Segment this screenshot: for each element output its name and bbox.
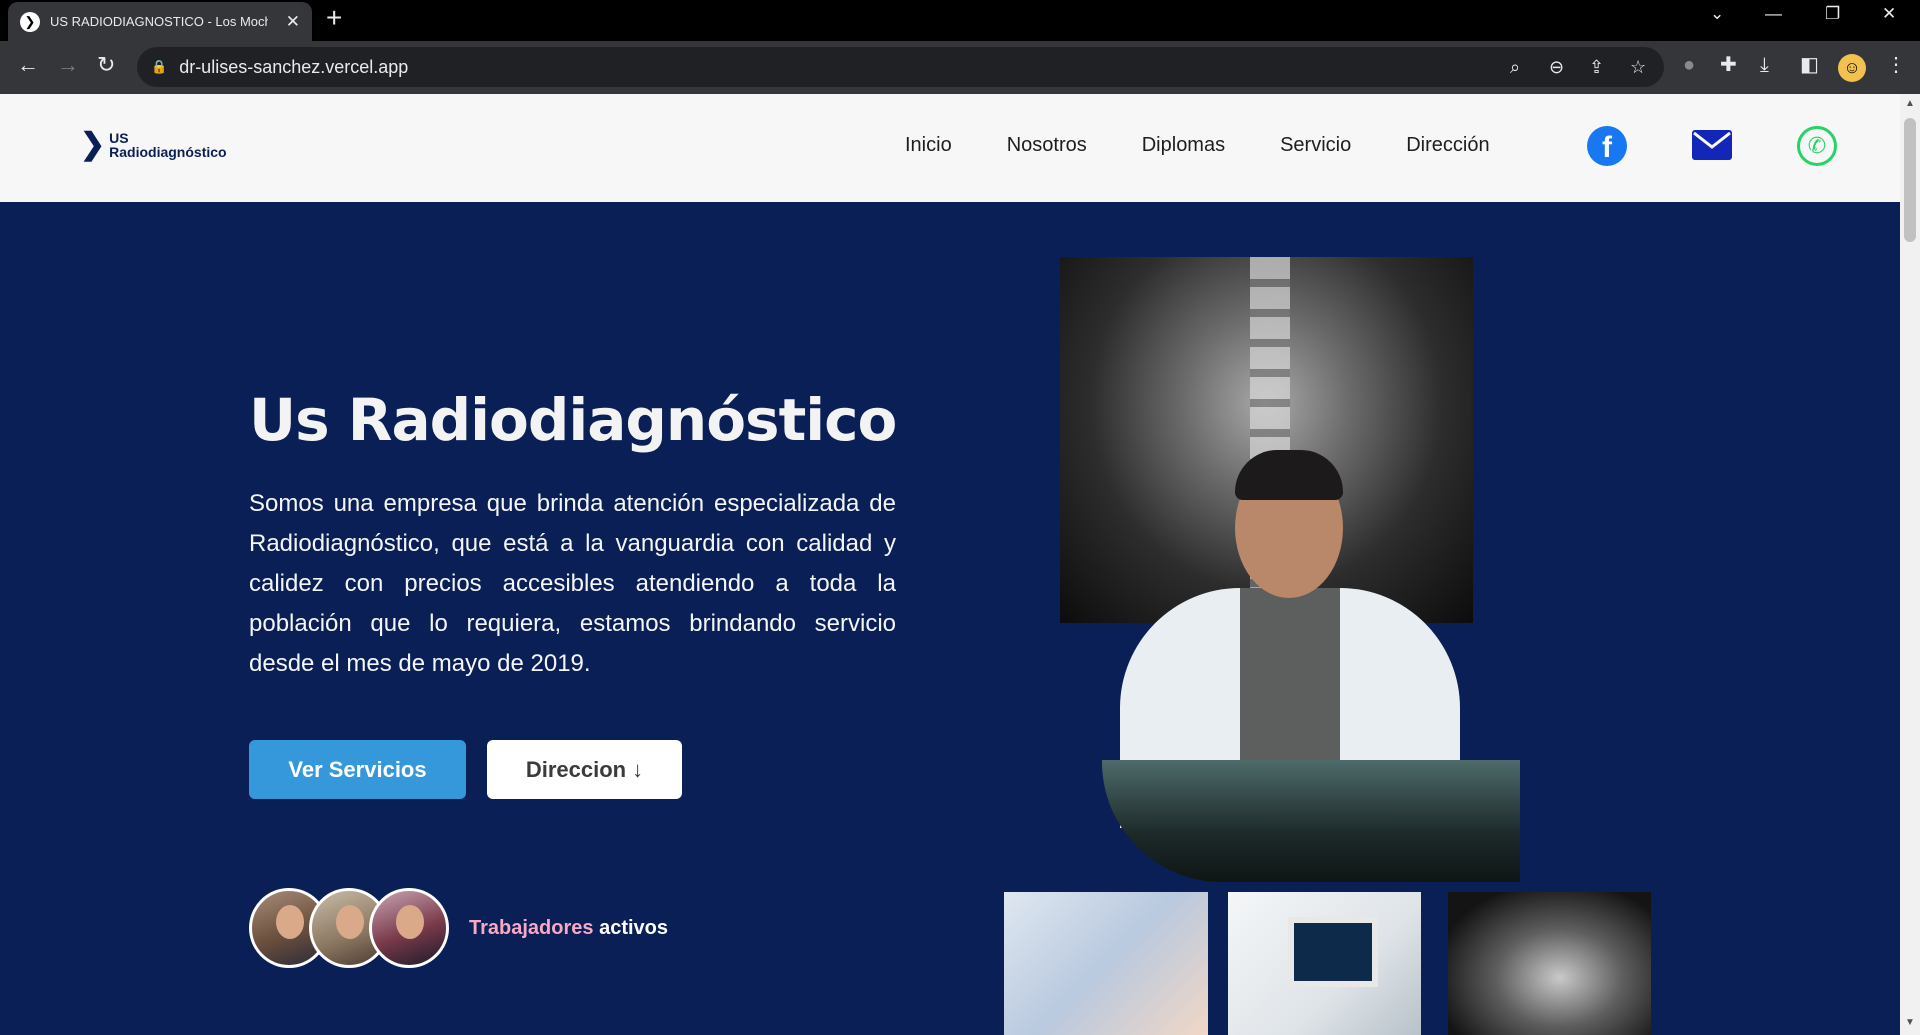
- tab-search-icon[interactable]: ⌄: [1710, 4, 1724, 24]
- profile-avatar-icon[interactable]: ☺: [1838, 54, 1866, 82]
- workers-label: Trabajadores activos: [469, 917, 668, 940]
- site-header: ❯ US Radiodiagnóstico Inicio Nosotros Di…: [0, 94, 1900, 202]
- extension-icon[interactable]: ●: [1683, 55, 1695, 75]
- close-tab-icon[interactable]: ✕: [286, 12, 300, 32]
- restore-icon[interactable]: ❐: [1825, 4, 1840, 24]
- hero-title: Us Radiodiagnóstico: [249, 386, 897, 454]
- hero-section: Us Radiodiagnóstico Somos una empresa qu…: [0, 202, 1900, 1035]
- workers-suffix: activos: [593, 916, 668, 939]
- workers-accent: Trabajadores: [469, 916, 594, 939]
- whatsapp-icon[interactable]: ✆: [1797, 126, 1837, 166]
- scroll-thumb[interactable]: [1904, 118, 1916, 242]
- worker-avatar: [369, 888, 449, 968]
- desk-image: [1102, 760, 1520, 882]
- nav-nosotros[interactable]: Nosotros: [1007, 134, 1087, 157]
- lock-icon[interactable]: 🔒: [151, 59, 167, 75]
- new-tab-icon[interactable]: +: [326, 4, 342, 32]
- download-icon[interactable]: ⤓: [1760, 55, 1769, 75]
- scroll-down-icon[interactable]: ▼: [1905, 1017, 1915, 1028]
- minimize-icon[interactable]: —: [1765, 4, 1782, 24]
- tab-title: US RADIODIAGNOSTICO - Los Mochis,: [50, 14, 268, 29]
- share-icon[interactable]: ⇪: [1589, 57, 1604, 78]
- reload-icon[interactable]: ↻: [97, 53, 115, 77]
- browser-tab[interactable]: ❯ US RADIODIAGNOSTICO - Los Mochis, ✕: [8, 2, 312, 41]
- ultrasound-baby-image: [1004, 892, 1208, 1035]
- nav-diplomas[interactable]: Diplomas: [1142, 134, 1225, 157]
- browser-tabbar: ❯ US RADIODIAGNOSTICO - Los Mochis, ✕ + …: [0, 0, 1920, 41]
- puzzle-icon[interactable]: ✚: [1720, 55, 1737, 75]
- url-text[interactable]: dr-ulises-sanchez.vercel.app: [179, 57, 408, 78]
- nav-direccion[interactable]: Dirección: [1406, 134, 1489, 157]
- logo-arrow-icon: ❯: [80, 128, 106, 161]
- ver-servicios-button[interactable]: Ver Servicios: [249, 740, 466, 799]
- nav-servicio[interactable]: Servicio: [1280, 134, 1351, 157]
- ultrasound-scan-image: [1448, 892, 1651, 1035]
- side-panel-icon[interactable]: ◧: [1800, 55, 1819, 75]
- mail-icon[interactable]: [1692, 130, 1732, 160]
- nav-inicio[interactable]: Inicio: [905, 134, 952, 157]
- scroll-up-icon[interactable]: ▲: [1905, 98, 1915, 109]
- logo-name: Radiodiagnóstico: [109, 144, 227, 160]
- search-icon[interactable]: ⌕: [1510, 57, 1520, 78]
- page-scrollbar[interactable]: ▲ ▼: [1900, 94, 1920, 1035]
- bookmark-star-icon[interactable]: ☆: [1630, 57, 1646, 78]
- menu-kebab-icon[interactable]: ⋮: [1886, 55, 1906, 75]
- zoom-icon[interactable]: ⊖: [1549, 57, 1564, 78]
- workers-group: Trabajadores activos: [249, 888, 668, 968]
- ultrasound-machine-image: [1228, 892, 1421, 1035]
- facebook-icon[interactable]: f: [1587, 126, 1627, 166]
- back-icon[interactable]: ←: [17, 53, 39, 77]
- main-nav: Inicio Nosotros Diplomas Servicio Direcc…: [905, 134, 1490, 157]
- logo-us: US: [109, 130, 129, 146]
- site-logo[interactable]: ❯ US Radiodiagnóstico: [80, 130, 227, 160]
- site-favicon-icon: ❯: [20, 11, 40, 32]
- direccion-button[interactable]: Direccion ↓: [487, 740, 682, 799]
- forward-icon[interactable]: →: [57, 53, 79, 77]
- hero-description: Somos una empresa que brinda atención es…: [249, 490, 896, 677]
- close-window-icon[interactable]: ✕: [1882, 4, 1896, 24]
- address-bar[interactable]: 🔒 dr-ulises-sanchez.vercel.app ⌕ ⊖ ⇪ ☆: [137, 47, 1664, 87]
- browser-toolbar: ← → ↻ 🔒 dr-ulises-sanchez.vercel.app ⌕ ⊖…: [0, 41, 1920, 94]
